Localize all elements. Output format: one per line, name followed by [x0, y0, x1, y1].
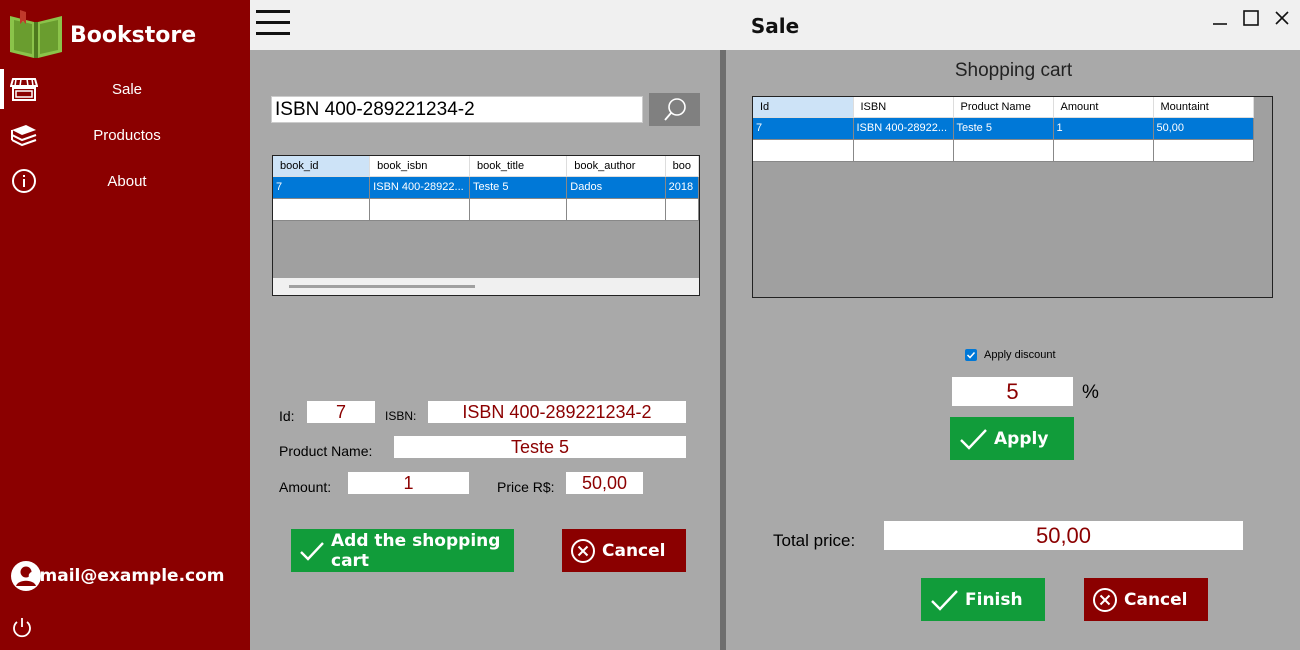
table-cell: ISBN 400-28922...	[369, 176, 470, 199]
column-header[interactable]: Id	[753, 97, 854, 118]
column-header[interactable]: book_author	[566, 156, 666, 177]
percent-symbol: %	[1082, 382, 1099, 403]
user-account[interactable]: email@example.com	[10, 560, 225, 592]
table-row-new[interactable]	[273, 198, 699, 221]
books-icon	[11, 125, 37, 147]
apply-discount-checkbox[interactable]	[965, 349, 977, 361]
horizontal-scrollbar[interactable]	[273, 278, 699, 295]
title-bar: Sale	[250, 0, 1300, 50]
cart-cancel-button[interactable]: Cancel	[1084, 578, 1208, 621]
table-cell: Teste 5	[469, 176, 568, 199]
table-row[interactable]: 7 ISBN 400-28922... Teste 5 1 50,00	[753, 117, 1254, 140]
apply-discount-option[interactable]: Apply discount	[965, 349, 1056, 361]
column-header[interactable]: book_isbn	[369, 156, 470, 177]
cart-grid[interactable]: Id ISBN Product Name Amount Mountaint 7 …	[752, 96, 1273, 298]
table-cell: 1	[1053, 117, 1154, 140]
table-cell: 7	[273, 176, 371, 199]
total-price-field: 50,00	[884, 521, 1243, 550]
column-header[interactable]: Product Name	[953, 97, 1054, 118]
add-to-cart-button[interactable]: Add the shopping cart	[291, 529, 514, 572]
brand: Bookstore	[6, 10, 196, 60]
sidebar: Bookstore Sale Productos About email@exa…	[0, 0, 250, 650]
amount-field[interactable]: 1	[348, 472, 469, 494]
info-icon	[12, 169, 36, 193]
finish-label: Finish	[965, 589, 1023, 610]
search-icon	[664, 98, 686, 121]
column-header[interactable]: book_title	[469, 156, 568, 177]
add-to-cart-label: Add the shopping cart	[331, 530, 501, 571]
apply-button[interactable]: Apply	[950, 417, 1074, 460]
table-row-new[interactable]	[753, 139, 1254, 162]
check-icon	[931, 589, 958, 611]
apply-discount-label: Apply discount	[984, 349, 1056, 361]
total-price-label: Total price:	[773, 531, 856, 550]
id-label: Id:	[279, 408, 295, 424]
column-header[interactable]: book_id	[273, 156, 371, 177]
brand-name: Bookstore	[70, 22, 197, 48]
sidebar-item-about[interactable]: About	[0, 161, 250, 201]
price-field[interactable]: 50,00	[566, 472, 643, 494]
close-icon[interactable]	[1272, 8, 1292, 28]
finish-button[interactable]: Finish	[921, 578, 1045, 621]
search-input[interactable]	[271, 96, 643, 123]
table-cell: 50,00	[1153, 117, 1254, 140]
column-header[interactable]: boo	[665, 156, 699, 177]
column-header[interactable]: Amount	[1053, 97, 1154, 118]
table-row[interactable]: 7 ISBN 400-28922... Teste 5 Dados 2018	[273, 176, 699, 199]
maximize-icon[interactable]	[1241, 8, 1261, 28]
check-icon	[300, 541, 324, 561]
check-icon	[960, 428, 987, 450]
cart-title: Shopping cart	[954, 60, 1073, 81]
minimize-icon[interactable]	[1210, 8, 1230, 28]
price-label: Price R$:	[497, 479, 555, 495]
panel-divider	[720, 50, 726, 650]
cancel-label: Cancel	[602, 540, 666, 561]
search-button[interactable]	[649, 93, 700, 126]
cancel-icon	[571, 538, 595, 563]
isbn-label: ISBN:	[385, 409, 417, 423]
table-cell: Dados	[566, 176, 666, 199]
amount-label: Amount:	[279, 479, 332, 495]
apply-label: Apply	[994, 428, 1049, 449]
power-icon[interactable]	[10, 616, 34, 640]
table-cell: 2018	[665, 176, 699, 199]
product-name-field[interactable]: Teste 5	[394, 436, 686, 458]
cancel-button[interactable]: Cancel	[562, 529, 686, 572]
sidebar-item-productos[interactable]: Productos	[0, 115, 250, 155]
sidebar-item-sale[interactable]: Sale	[0, 69, 250, 109]
cancel-label: Cancel	[1124, 589, 1188, 610]
column-header[interactable]: ISBN	[853, 97, 954, 118]
product-name-label: Product Name:	[279, 443, 373, 459]
table-cell: 7	[753, 117, 854, 140]
isbn-field[interactable]: ISBN 400-289221234-2	[428, 401, 686, 423]
user-email: email@example.com	[28, 566, 225, 586]
store-icon	[10, 78, 38, 101]
column-header[interactable]: Mountaint	[1153, 97, 1254, 118]
discount-field[interactable]: 5	[952, 377, 1073, 406]
table-cell: ISBN 400-28922...	[853, 117, 954, 140]
table-cell: Teste 5	[953, 117, 1054, 140]
book-logo-icon	[10, 10, 62, 58]
cancel-icon	[1093, 587, 1117, 612]
page-title: Sale	[750, 14, 800, 38]
id-field[interactable]: 7	[307, 401, 375, 423]
results-grid[interactable]: book_id book_isbn book_title book_author…	[272, 155, 700, 296]
checkmark-icon	[966, 351, 976, 359]
